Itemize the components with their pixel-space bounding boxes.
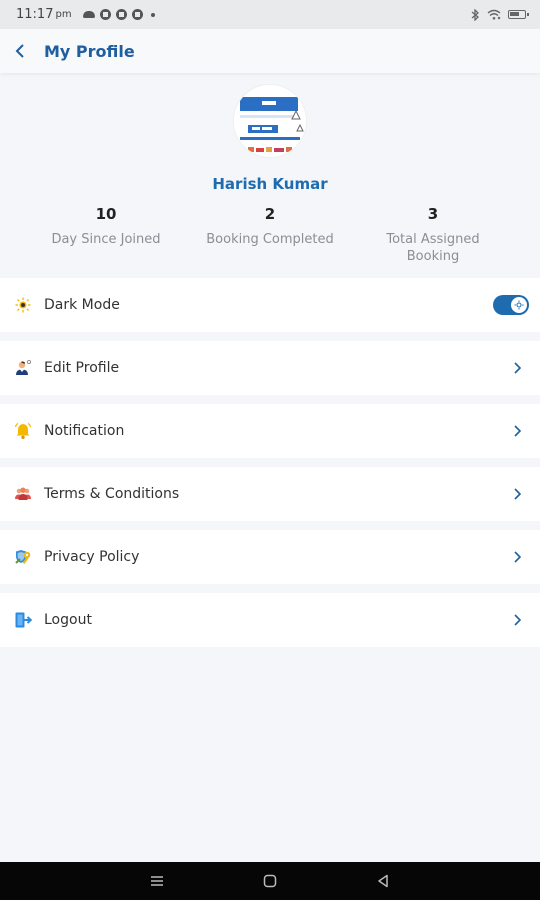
chevron-right-icon [502, 362, 532, 374]
menu-lines-icon [150, 876, 163, 886]
menu-item-edit-profile[interactable]: Edit Profile [0, 341, 540, 395]
page-title: My Profile [44, 41, 135, 61]
notification-app-icon [99, 9, 111, 20]
menu-item-privacy-policy[interactable]: Privacy Policy [0, 530, 540, 584]
chevron-right-icon [502, 425, 532, 437]
user-edit-icon [13, 358, 33, 378]
sun-icon [13, 295, 33, 315]
back-nav-button[interactable] [363, 862, 403, 900]
menu-item-label: Privacy Policy [44, 549, 140, 565]
notification-app-icon [131, 9, 143, 20]
status-left: 11:17 pm [16, 7, 155, 22]
battery-icon [508, 10, 529, 19]
stat-label: Booking Completed [206, 232, 334, 247]
menu-item-notification[interactable]: Notification [0, 404, 540, 458]
back-triangle-icon [378, 874, 389, 888]
back-arrow-icon [15, 44, 24, 58]
chevron-right-icon [502, 551, 532, 563]
logout-icon [13, 610, 33, 630]
system-navigation-bar [0, 862, 540, 900]
dark-mode-toggle[interactable] [493, 295, 529, 315]
stat-total-assigned: 3 Total Assigned Booking [373, 205, 493, 265]
stat-label: Day Since Joined [51, 232, 161, 247]
stat-value: 3 [427, 205, 439, 223]
back-button[interactable] [0, 29, 40, 73]
stat-value: 10 [95, 205, 117, 223]
stat-days-joined: 10 Day Since Joined [26, 205, 186, 248]
status-time: 11:17 [16, 7, 54, 22]
people-icon [13, 484, 33, 504]
bell-icon [13, 421, 33, 441]
sun-small-icon [514, 300, 524, 310]
app-bar: My Profile [0, 29, 540, 73]
status-bar: 11:17 pm [0, 0, 540, 29]
avatar-image [234, 85, 306, 157]
chevron-right-icon [502, 488, 532, 500]
menu-item-label: Notification [44, 423, 125, 439]
recent-apps-button[interactable] [137, 862, 177, 900]
menu-item-terms[interactable]: Terms & Conditions [0, 467, 540, 521]
toggle-knob [511, 297, 527, 313]
home-square-icon [263, 874, 277, 888]
menu-item-logout[interactable]: Logout [0, 593, 540, 647]
menu-item-label: Logout [44, 612, 92, 628]
status-right [471, 8, 529, 21]
menu-item-label: Edit Profile [44, 360, 120, 376]
dark-mode-row: Dark Mode [0, 278, 540, 332]
avatar[interactable] [233, 84, 307, 158]
status-ampm: pm [55, 9, 72, 20]
wifi-icon [487, 9, 501, 20]
more-notifications-icon [150, 12, 155, 17]
profile-section: Harish Kumar [0, 84, 540, 193]
dark-mode-label: Dark Mode [44, 297, 120, 313]
bluetooth-icon [471, 8, 479, 21]
home-button[interactable] [250, 862, 290, 900]
cloud-icon [82, 11, 95, 18]
notification-app-icon [115, 9, 127, 20]
chevron-right-icon [502, 614, 532, 626]
user-name: Harish Kumar [212, 175, 328, 193]
menu-item-label: Terms & Conditions [44, 486, 180, 502]
stat-bookings-completed: 2 Booking Completed [190, 205, 350, 248]
stat-value: 2 [264, 205, 276, 223]
stat-label: Total Assigned Booking [386, 232, 480, 264]
shield-key-icon [13, 547, 33, 567]
